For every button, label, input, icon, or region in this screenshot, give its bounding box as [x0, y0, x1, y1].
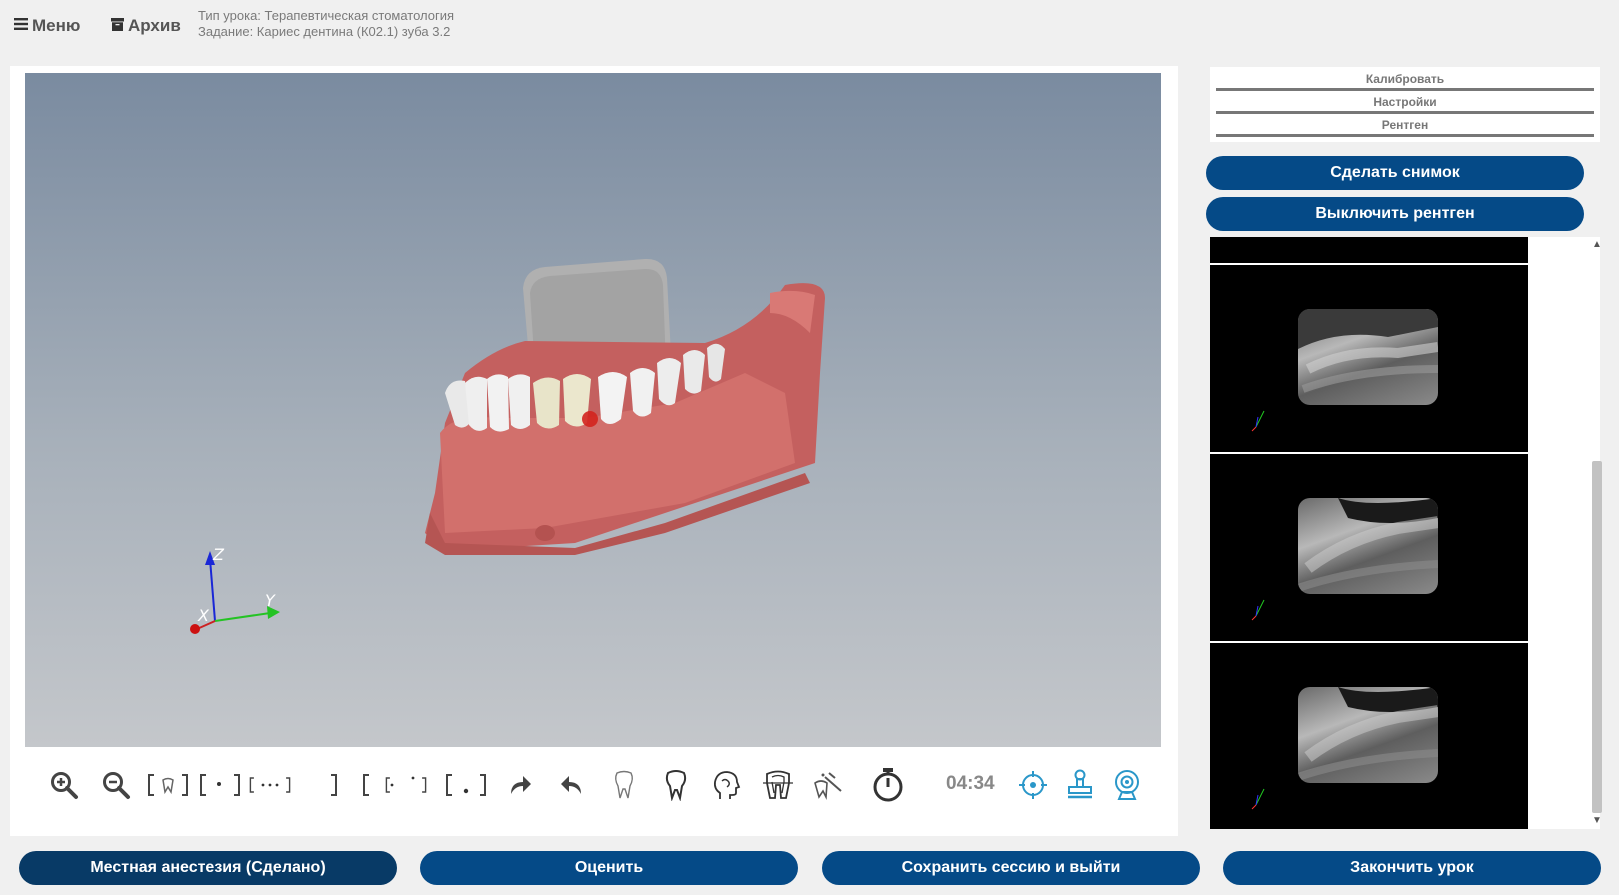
mini-axis-icon	[1251, 599, 1265, 621]
tooth-outline-icon	[615, 770, 633, 799]
tooth-drill-button[interactable]	[807, 764, 849, 806]
hamburger-icon	[14, 16, 28, 36]
xray-thumbnail[interactable]	[1210, 265, 1528, 452]
take-shot-button[interactable]: Сделать снимок	[1206, 156, 1584, 190]
lesson-info: Тип урока: Терапевтическая стоматология …	[198, 8, 454, 40]
zoom-out-button[interactable]	[95, 764, 137, 806]
lesson-type: Тип урока: Терапевтическая стоматология	[198, 8, 455, 23]
3d-viewport[interactable]: Z X Y	[25, 73, 1161, 747]
viewer-panel: Z X Y 04:34	[10, 66, 1178, 836]
mini-axis-icon	[1251, 410, 1265, 432]
target-button[interactable]	[1012, 764, 1054, 806]
stamp-icon	[1068, 769, 1092, 799]
view-frame-dot-bottom-button[interactable]	[445, 764, 487, 806]
head-profile-icon	[713, 771, 741, 799]
view-frame-bracket-button[interactable]	[329, 764, 371, 806]
scroll-down-icon[interactable]: ▼	[1590, 815, 1604, 827]
evaluate-button[interactable]: Оценить	[420, 851, 798, 885]
calibrate-tab[interactable]: Калибровать	[1216, 69, 1594, 91]
local-anesthesia-button[interactable]: Местная анестезия (Сделано)	[19, 851, 397, 885]
toolbar: 04:34	[25, 756, 1161, 816]
view-frame-dot-corner-button[interactable]	[385, 764, 427, 806]
xray-image	[1298, 498, 1438, 594]
tooth-cross-section-icon	[763, 770, 793, 799]
xray-thumbnail[interactable]	[1210, 643, 1528, 829]
view-frame-dot-left-button[interactable]	[199, 764, 241, 806]
session-timer: 04:34	[946, 773, 995, 794]
head-profile-button[interactable]	[705, 764, 747, 806]
mini-axis-icon	[1251, 788, 1265, 810]
view-frame-dots-icon	[249, 777, 291, 793]
undo-icon	[561, 776, 581, 794]
redo-icon	[511, 776, 531, 794]
archive-box-icon	[111, 16, 124, 36]
stopwatch-button[interactable]	[867, 764, 909, 806]
view-tooth-frame-icon	[148, 774, 188, 796]
archive-button[interactable]: Архив	[111, 16, 181, 36]
view-frame-dots-button[interactable]	[249, 764, 291, 806]
xray-tab[interactable]: Рентген	[1216, 115, 1594, 137]
menu-label: Меню	[32, 16, 81, 35]
stopwatch-icon	[873, 768, 903, 802]
tooth-outline-button[interactable]	[603, 764, 645, 806]
menu-button[interactable]: Меню	[14, 16, 80, 36]
redo-button[interactable]	[499, 764, 541, 806]
tooth-cross-section-button[interactable]	[757, 764, 799, 806]
view-frame-dot-bottom-icon	[446, 774, 486, 796]
settings-tab[interactable]: Настройки	[1216, 92, 1594, 114]
save-session-exit-button[interactable]: Сохранить сессию и выйти	[822, 851, 1200, 885]
xray-image	[1298, 309, 1438, 405]
tooth-button[interactable]	[655, 764, 697, 806]
zoom-in-button[interactable]	[43, 764, 85, 806]
finish-lesson-button[interactable]: Закончить урок	[1223, 851, 1601, 885]
axis-y-label: Y	[265, 591, 276, 610]
xray-image-list[interactable]	[1210, 237, 1600, 829]
caries-marker	[582, 411, 598, 427]
scroll-thumb[interactable]	[1592, 461, 1602, 813]
stamp-button[interactable]	[1059, 764, 1101, 806]
scroll-up-icon[interactable]: ▲	[1590, 239, 1604, 251]
view-frame-dot-corner-icon	[385, 776, 427, 793]
webcam-button[interactable]	[1106, 764, 1148, 806]
top-bar: Меню Архив Тип урока: Терапевтическая ст…	[0, 0, 1619, 60]
axis-x-label: X	[197, 606, 210, 625]
turn-off-xray-button[interactable]: Выключить рентген	[1206, 197, 1584, 231]
view-frame-bracket-icon	[331, 774, 369, 796]
xray-list-scrollbar[interactable]: ▲ ▼	[1590, 237, 1604, 829]
xray-image	[1298, 687, 1438, 783]
webcam-icon	[1115, 770, 1139, 800]
tooth-icon	[665, 770, 687, 801]
settings-box: Калибровать Настройки Рентген	[1210, 67, 1600, 142]
archive-label: Архив	[128, 16, 181, 35]
tooth-drill-icon	[814, 772, 842, 800]
zoom-out-icon	[103, 772, 130, 799]
xray-thumbnail[interactable]	[1210, 237, 1528, 263]
xray-thumbnail[interactable]	[1210, 454, 1528, 641]
lesson-task: Задание: Кариес дентина (К02.1) зуба 3.2	[198, 24, 451, 39]
view-frame-dot-left-icon	[200, 774, 240, 796]
jaw-model-scene[interactable]: Z X Y	[25, 73, 1161, 747]
view-tooth-frame-button[interactable]	[147, 764, 189, 806]
undo-button[interactable]	[551, 764, 593, 806]
target-icon	[1019, 771, 1047, 799]
zoom-in-icon	[51, 772, 78, 799]
axis-z-label: Z	[212, 545, 225, 564]
axis-gizmo: Z X Y	[190, 545, 280, 634]
